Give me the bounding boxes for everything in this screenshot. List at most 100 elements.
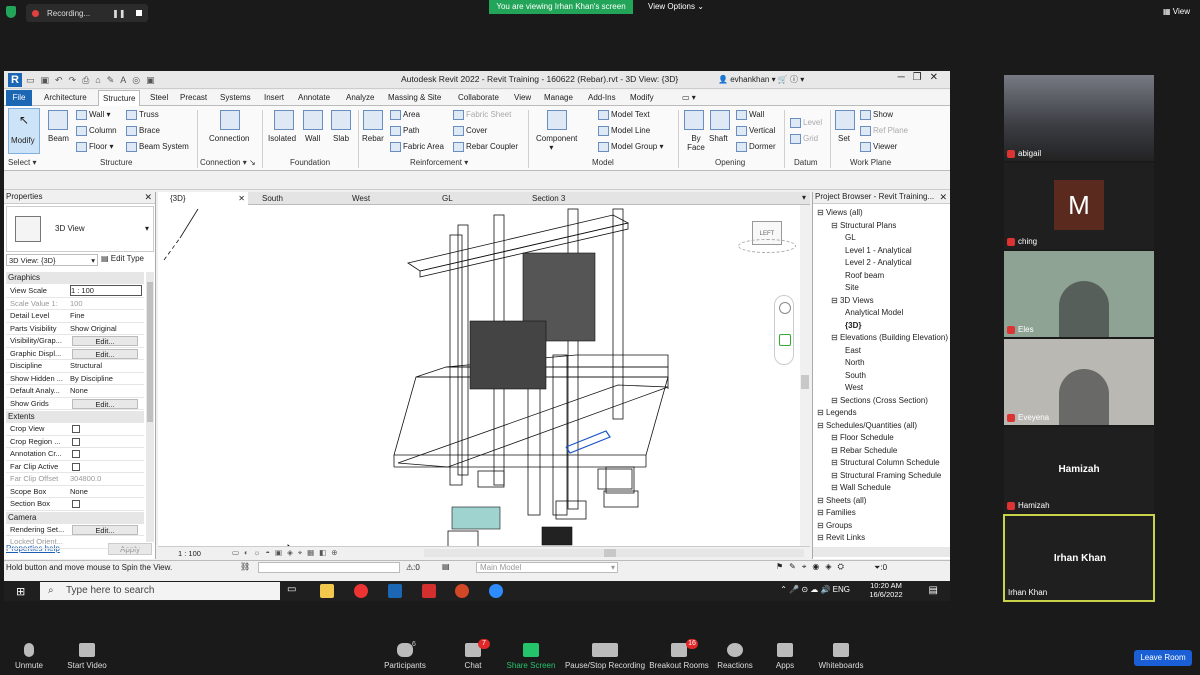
expand-toggle-icon[interactable]: ⊟ [831,296,840,305]
windows-start-icon[interactable]: ⊞ [16,585,25,598]
browser-tree-item[interactable]: ⊟ Structural Column Schedule [831,458,940,467]
share-screen-button[interactable]: Share Screen [496,637,566,670]
expand-toggle-icon[interactable]: ⊟ [817,421,826,430]
edit-button[interactable]: Edit... [72,524,138,535]
start-video-button[interactable]: Start Video [52,637,122,670]
graphics-section-header[interactable]: Graphics [6,272,144,284]
model-line-button[interactable]: Model Line [598,126,650,136]
camera-section-header[interactable]: Camera [6,511,144,524]
participant-tile[interactable]: Eles [1004,251,1154,337]
property-checkbox[interactable] [72,450,80,458]
browser-tree-item[interactable]: ⊟ Sections (Cross Section) [831,396,928,405]
pause-stop-recording-button[interactable]: Pause/Stop Recording [562,637,648,670]
expand-toggle-icon[interactable]: ⊟ [831,433,840,442]
participant-tile[interactable]: Hamizah Hamizah [1004,427,1154,513]
browser-tree-item[interactable]: Analytical Model [845,308,903,317]
cover-button[interactable]: Cover [453,126,487,136]
reinforcement-panel-label[interactable]: Reinforcement ▾ [410,158,468,167]
expand-toggle-icon[interactable]: ⊟ [817,508,826,517]
grid-button[interactable]: Grid [790,134,818,144]
tab-architecture[interactable]: Architecture [40,90,91,106]
browser-tree-item[interactable]: ⊟ Elevations (Building Elevation) [831,333,948,342]
view-tab-west[interactable]: West [340,192,428,205]
user-menu[interactable]: 👤 evhankhan ▾ 🛒 ⓘ ▾ [718,74,804,85]
edit-button[interactable]: Edit... [72,348,138,359]
view-tab-gl[interactable]: GL [430,192,518,205]
browser-tree-item[interactable]: North [845,358,865,367]
pause-icon[interactable]: ❚❚ [112,9,125,18]
select-panel-label[interactable]: Select ▾ [8,158,36,167]
tab-modify[interactable]: Modify [626,90,658,106]
acrobat-icon[interactable] [422,584,436,598]
recording-indicator[interactable]: Recording... ❚❚ [26,4,148,22]
level-button[interactable]: Level [790,118,822,128]
dormer-button[interactable]: Dormer [736,142,776,152]
worksharing-icon[interactable]: ⛓ [240,562,250,571]
by-face-button[interactable]: By Face [684,134,708,152]
tab-systems[interactable]: Systems [216,90,255,106]
slab-button[interactable]: Slab [333,134,349,143]
property-checkbox[interactable] [72,425,80,433]
property-value[interactable]: 1 : 100 [70,285,142,296]
zoom-taskbar-icon[interactable] [489,584,503,598]
property-row[interactable]: Annotation Cr... [6,448,144,461]
property-row[interactable]: View Scale 1 : 100 [6,285,144,298]
edit-button[interactable]: Edit... [72,398,138,409]
close-icon[interactable]: ✕ [939,192,947,203]
property-value[interactable]: 100 [70,299,142,308]
property-checkbox[interactable] [72,500,80,508]
participant-tile[interactable]: abigail [1004,75,1154,161]
browser-tree-item[interactable]: ⊟ Revit Links [817,533,865,542]
tab-precast[interactable]: Precast [176,90,211,106]
property-value[interactable]: None [70,487,142,496]
window-controls[interactable]: ─❐✕ [898,72,946,83]
rebar-button[interactable]: Rebar [362,134,384,143]
participant-tile[interactable]: Irhan Khan Irhan Khan [1003,514,1155,602]
tab-add-ins[interactable]: Add-Ins [584,90,620,106]
property-row[interactable]: Visibility/Grap... Edit... [6,335,144,348]
property-value[interactable]: Structural [70,361,142,370]
browser-tree-item[interactable]: Level 1 - Analytical [845,246,912,255]
property-value[interactable]: By Discipline [70,374,142,383]
browser-tree-item[interactable]: Site [845,283,859,292]
expand-toggle-icon[interactable]: ⊟ [831,458,840,467]
view-scale[interactable]: 1 : 100 [178,549,201,558]
edit-type-button[interactable]: ▤ Edit Type [101,254,144,263]
shield-icon[interactable] [6,6,16,18]
browser-tree-item[interactable]: Level 2 - Analytical [845,258,912,267]
participant-tile[interactable]: Eveyena [1004,339,1154,425]
truss-button[interactable]: Truss [126,110,159,120]
expand-toggle-icon[interactable]: ⊟ [817,208,826,217]
column-button[interactable]: Column [76,126,117,136]
browser-tree-item[interactable]: South [845,371,866,380]
view-options-button[interactable]: View Options ⌄ [648,2,704,11]
expand-toggle-icon[interactable]: ⊟ [817,533,826,542]
browser-tree-item[interactable]: GL [845,233,856,242]
browser-tree-item[interactable]: ⊟ 3D Views [831,296,874,305]
tab-annotate[interactable]: Annotate [294,90,334,106]
property-checkbox[interactable] [72,437,80,446]
properties-scrollbar[interactable] [146,272,154,542]
opera-icon[interactable] [354,584,368,598]
edit-button[interactable]: Edit... [72,336,138,346]
view-tab-3d[interactable]: {3D} ✕ [158,192,248,205]
fabric-sheet-button[interactable]: Fabric Sheet [453,110,511,120]
shaft-button[interactable]: Shaft [709,134,728,143]
tab-structure[interactable]: Structure [98,90,141,106]
tab-analyze[interactable]: Analyze [342,90,378,106]
browser-tree-item[interactable]: ⊟ Schedules/Quantities (all) [817,421,917,430]
view-control-icons[interactable]: ▭◐☼◓▣◈⌖▦◧⊕ [232,548,343,558]
revit-logo-icon[interactable]: R [8,73,22,87]
extents-section-header[interactable]: Extents [6,411,144,423]
property-row[interactable]: Show Hidden ... By Discipline [6,373,144,385]
workset-dropdown[interactable] [258,562,400,573]
browser-tree-item[interactable]: ⊟ Groups [817,521,852,530]
browser-tree-item[interactable]: ⊟ Wall Schedule [831,483,891,492]
task-view-icon[interactable]: ▭ [287,584,296,595]
property-row[interactable]: Far Clip Active [6,461,144,473]
tab-massing-site[interactable]: Massing & Site [384,90,445,106]
floor-button[interactable]: Floor ▾ [76,142,113,152]
tab-file[interactable]: File [6,90,32,106]
browser-tree-item[interactable]: East [845,346,861,355]
3d-view-canvas[interactable]: LEFT [158,205,810,546]
